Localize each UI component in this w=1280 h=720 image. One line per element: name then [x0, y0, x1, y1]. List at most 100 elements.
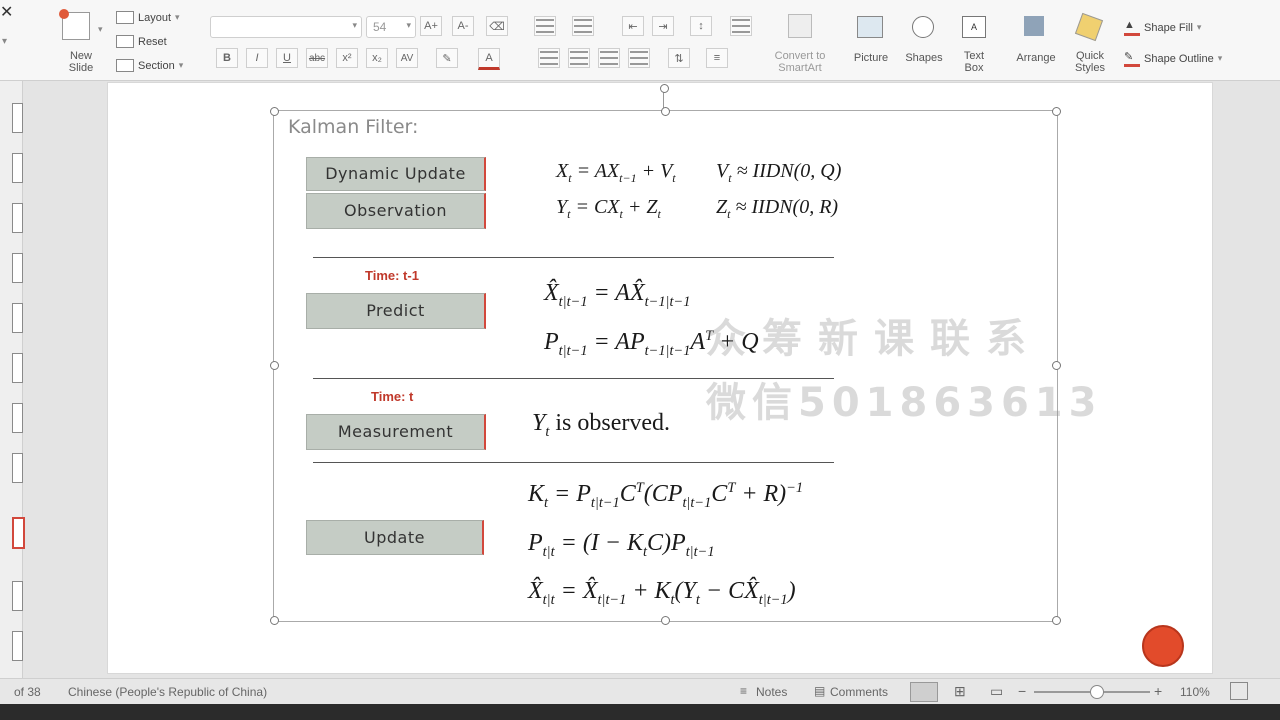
increase-indent-button[interactable]: ⇥ — [652, 16, 674, 36]
decrease-indent-button[interactable]: ⇤ — [622, 16, 644, 36]
slide-thumbnail[interactable] — [12, 203, 23, 233]
shape-fill-label: Shape Fill — [1144, 21, 1193, 34]
resize-handle[interactable] — [1052, 361, 1061, 370]
notes-button[interactable]: Notes — [756, 685, 787, 699]
slide-thumbnail[interactable] — [12, 403, 23, 433]
strikethrough-button[interactable]: abc — [306, 48, 328, 68]
align-text-button[interactable]: ≡ — [706, 48, 728, 68]
layout-label: Layout — [138, 11, 172, 24]
slide-thumbnail[interactable] — [12, 453, 23, 483]
numbering-button[interactable] — [572, 16, 594, 36]
resize-handle[interactable] — [270, 616, 279, 625]
resize-handle[interactable] — [1052, 107, 1061, 116]
zoom-out-icon[interactable]: − — [1018, 683, 1026, 699]
section-label: Section — [138, 59, 175, 72]
justify-button[interactable] — [628, 48, 650, 68]
italic-button[interactable]: I — [246, 48, 268, 68]
add-badge-icon — [59, 9, 69, 19]
slide-thumbnail[interactable] — [12, 581, 23, 611]
chevron-down-icon: ▾ — [1217, 53, 1223, 63]
align-right-button[interactable] — [598, 48, 620, 68]
separator-line — [313, 462, 834, 463]
subscript-button[interactable]: x₂ — [366, 48, 388, 68]
shape-outline-button[interactable]: ✎ Shape Outline ▾ — [1124, 50, 1222, 67]
slide-sorter-icon[interactable]: ⊞ — [954, 683, 966, 700]
reset-button[interactable]: Reset — [116, 35, 167, 48]
resize-handle[interactable] — [661, 616, 670, 625]
text-box-button[interactable]: A Text Box — [954, 10, 994, 76]
shape-fill-button[interactable]: ▲ Shape Fill ▾ — [1124, 19, 1201, 36]
quick-styles-button[interactable]: Quick Styles — [1066, 10, 1114, 76]
text-columns-button[interactable] — [730, 16, 752, 36]
slide-thumbnail-selected[interactable] — [12, 517, 25, 549]
close-icon[interactable]: ✕ — [0, 2, 13, 22]
arrange-button[interactable]: Arrange — [1010, 10, 1062, 76]
shape-outline-label: Shape Outline — [1144, 52, 1214, 65]
align-right-icon — [600, 51, 618, 65]
underline-button[interactable]: U — [276, 48, 298, 68]
align-center-icon — [570, 51, 588, 65]
new-slide-button[interactable]: ▾ New Slide — [58, 9, 104, 74]
bold-button[interactable]: B — [216, 48, 238, 68]
resize-handle[interactable] — [270, 361, 279, 370]
observation-equation: Yt = CXt + Zt — [556, 196, 661, 221]
watermark-line1: 众筹新课联系 — [706, 316, 1042, 362]
shrink-font-button[interactable]: A- — [452, 16, 474, 36]
slide-thumbnail[interactable] — [12, 631, 23, 661]
chevron-down-icon: ▾ — [406, 20, 411, 30]
record-button[interactable] — [1142, 625, 1184, 667]
clear-format-button[interactable]: ⌫ — [486, 16, 508, 36]
slide-thumbnail[interactable] — [12, 153, 23, 183]
resize-handle[interactable] — [1052, 616, 1061, 625]
align-left-button[interactable] — [538, 48, 560, 68]
language-indicator[interactable]: Chinese (People's Republic of China) — [68, 685, 267, 699]
section-button[interactable]: Section ▾ — [116, 59, 183, 72]
kalman-gain-equation: Kt = Pt|t−1CT(CPt|t−1CT + R)−1 — [528, 480, 804, 511]
slide-thumbnail[interactable] — [12, 253, 23, 283]
picture-button[interactable]: Picture — [848, 10, 894, 76]
state-noise-equation: Vt ≈ IIDN(0, Q) — [716, 160, 842, 185]
separator-line — [313, 257, 834, 258]
font-name-select[interactable]: ▾ — [210, 16, 362, 38]
resize-handle[interactable] — [270, 107, 279, 116]
slide-thumbnail[interactable] — [12, 303, 23, 333]
watermark-line2: 微信501863613 — [706, 380, 1103, 426]
zoom-slider-thumb[interactable] — [1090, 685, 1104, 699]
comments-button[interactable]: Comments — [830, 685, 888, 699]
align-left-icon — [540, 51, 558, 65]
slide-thumbnail[interactable] — [12, 353, 23, 383]
bullets-icon — [536, 19, 554, 33]
chevron-down-icon[interactable]: ▾ — [2, 36, 7, 47]
convert-smartart-button[interactable]: Convert to SmartArt — [770, 10, 830, 76]
comments-icon: ▤ — [814, 684, 826, 698]
update-state-equation: X̂t|t = X̂t|t−1 + Kt(Yt − CX̂t|t−1) — [528, 578, 796, 608]
measurement-box: Measurement — [306, 414, 486, 450]
fit-to-window-icon[interactable] — [1230, 682, 1248, 700]
reading-view-icon[interactable]: ▭ — [990, 683, 1003, 700]
character-spacing-button[interactable]: AV — [396, 48, 418, 68]
grow-font-button[interactable]: A+ — [420, 16, 442, 36]
font-size-select[interactable]: 54 ▾ — [366, 16, 416, 38]
align-center-button[interactable] — [568, 48, 590, 68]
zoom-in-icon[interactable]: + — [1154, 683, 1162, 699]
os-taskbar — [0, 704, 1280, 720]
columns-icon — [732, 19, 750, 33]
zoom-level[interactable]: 110% — [1180, 685, 1210, 699]
dynamic-update-box: Dynamic Update — [306, 157, 486, 191]
font-color-button[interactable]: A — [478, 48, 500, 70]
shapes-icon — [912, 16, 934, 38]
resize-handle[interactable] — [661, 107, 670, 116]
rotate-handle[interactable] — [660, 84, 669, 93]
slide-thumbnail[interactable] — [12, 103, 23, 133]
observed-text: is observed. — [555, 410, 671, 436]
normal-view-button[interactable] — [910, 682, 938, 702]
line-spacing-button[interactable]: ↕ — [690, 16, 712, 36]
layout-button[interactable]: Layout ▾ — [116, 11, 180, 24]
chevron-down-icon: ▾ — [352, 20, 357, 30]
superscript-button[interactable]: x² — [336, 48, 358, 68]
reset-label: Reset — [138, 35, 167, 48]
text-direction-button[interactable]: ⇅ — [668, 48, 690, 68]
shapes-button[interactable]: Shapes — [900, 10, 948, 76]
text-highlight-button[interactable]: ✎ — [436, 48, 458, 68]
bullets-button[interactable] — [534, 16, 556, 36]
